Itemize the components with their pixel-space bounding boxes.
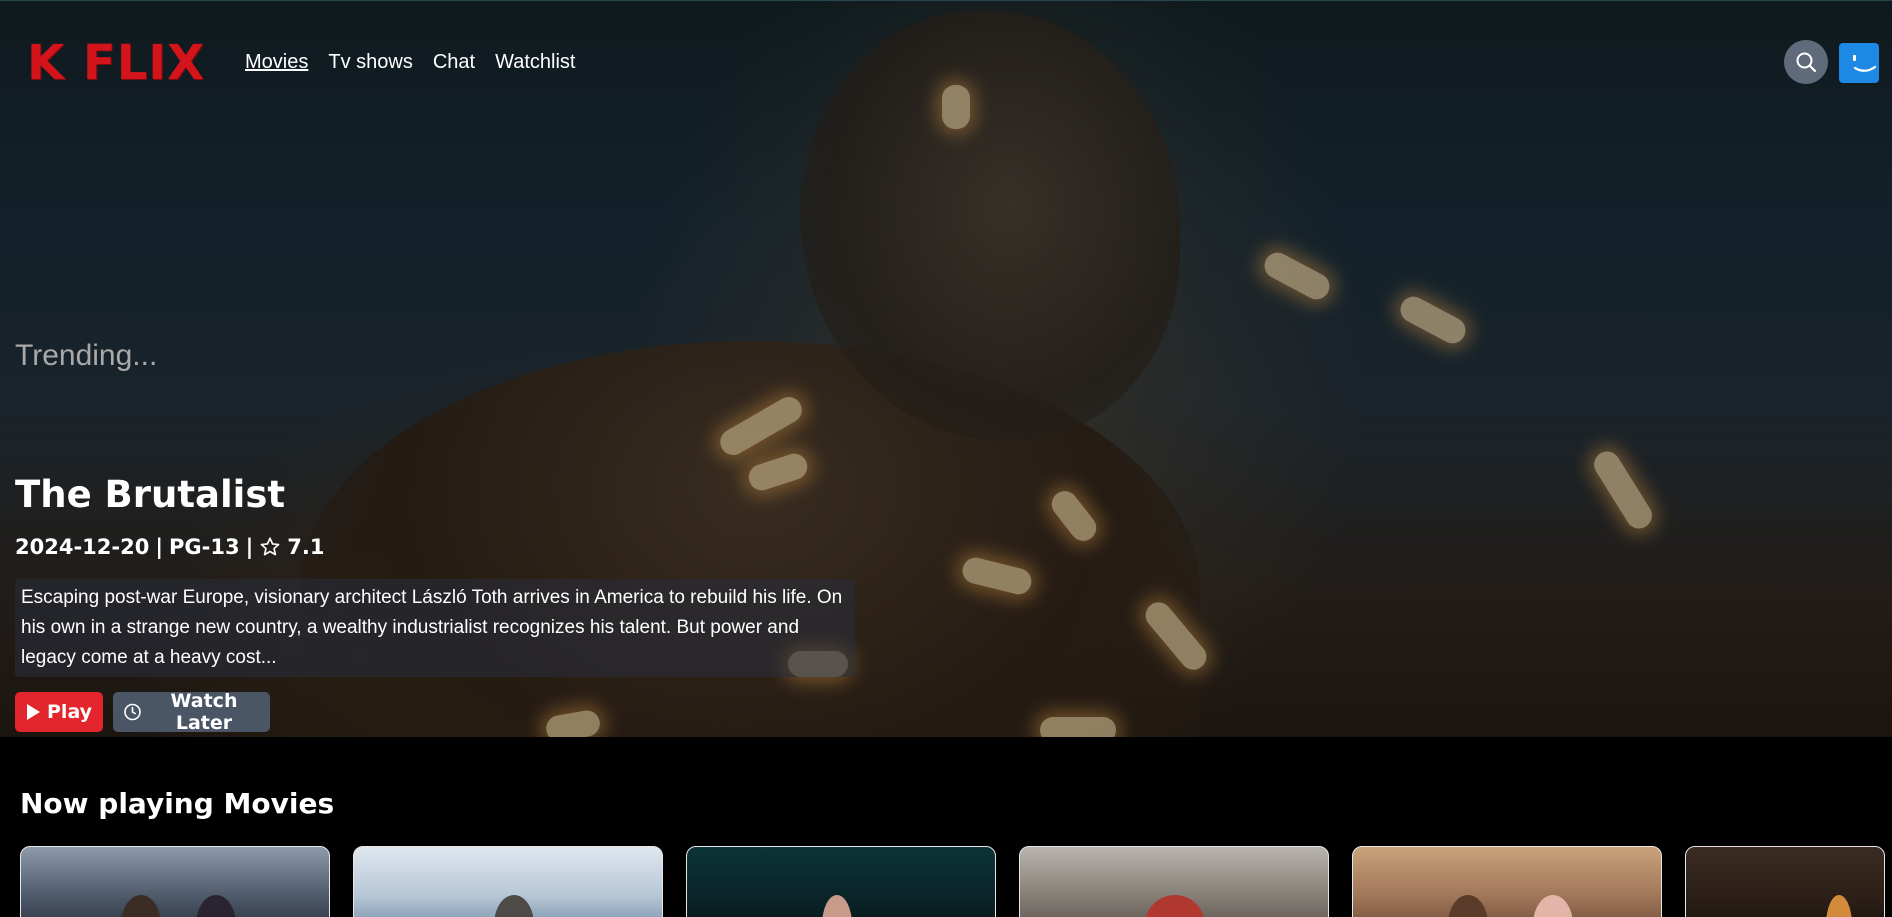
user-avatar[interactable]	[1839, 43, 1879, 83]
hero-meta: 2024-12-20 | PG-13 | 7.1	[15, 535, 324, 559]
backdrop-light	[1395, 292, 1471, 348]
poster-figure	[1826, 895, 1852, 917]
watch-later-label: Watch Later	[170, 690, 238, 734]
now-playing-carousel	[20, 846, 1892, 917]
user-score: 7.1	[287, 535, 325, 559]
nav-link-watchlist[interactable]: Watchlist	[495, 51, 575, 74]
release-date: 2024-12-20	[15, 535, 150, 559]
meta-separator: |	[155, 535, 163, 559]
poster-figure	[196, 895, 236, 917]
poster-figure	[1448, 895, 1488, 917]
meta-separator: |	[245, 535, 254, 559]
smiley-avatar-icon	[1853, 55, 1877, 72]
top-navbar: K FLIX Movies Tv shows Chat Watchlist	[0, 1, 1892, 126]
nav-link-tv-shows[interactable]: Tv shows	[328, 51, 412, 74]
poster-figure	[494, 895, 534, 917]
star-icon	[259, 536, 281, 558]
play-icon	[27, 704, 40, 720]
hero-banner: K FLIX Movies Tv shows Chat Watchlist Tr…	[0, 0, 1892, 737]
backdrop-light	[1259, 248, 1335, 304]
movie-card[interactable]	[1685, 846, 1885, 917]
hero-description: Escaping post-war Europe, visionary arch…	[15, 579, 855, 677]
search-icon	[1796, 52, 1817, 73]
now-playing-title: Now playing Movies	[20, 787, 335, 820]
clock-icon	[124, 703, 141, 721]
trending-label: Trending...	[15, 339, 158, 372]
hero-title: The Brutalist	[15, 473, 286, 516]
play-button-label: Play	[47, 701, 93, 723]
nav-link-chat[interactable]: Chat	[433, 51, 475, 74]
poster-figure	[1145, 895, 1205, 917]
content-rating: PG-13	[169, 535, 240, 559]
search-button[interactable]	[1784, 40, 1828, 84]
movie-card[interactable]	[1352, 846, 1662, 917]
poster-figure	[822, 895, 852, 917]
movie-card[interactable]	[353, 846, 663, 917]
watch-later-button[interactable]: Watch Later	[113, 690, 270, 734]
nav-links: Movies Tv shows Chat Watchlist	[245, 51, 575, 74]
nav-link-movies[interactable]: Movies	[245, 51, 308, 74]
movie-card[interactable]	[686, 846, 996, 917]
play-button[interactable]: Play	[15, 692, 103, 732]
backdrop-light	[1589, 446, 1657, 534]
movie-card[interactable]	[20, 846, 330, 917]
backdrop-light	[1040, 717, 1116, 737]
poster-figure	[121, 895, 161, 917]
kflix-logo[interactable]: K FLIX	[27, 37, 205, 89]
movie-card[interactable]	[1019, 846, 1329, 917]
poster-figure	[1533, 895, 1573, 917]
